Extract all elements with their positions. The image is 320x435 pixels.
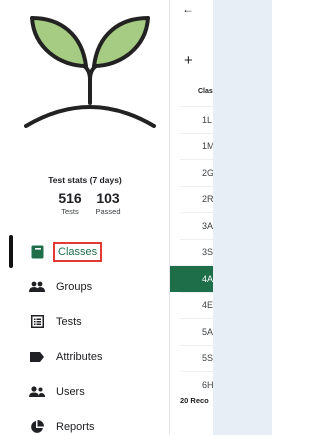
sidebar-item-reports[interactable]: Reports	[0, 409, 170, 435]
sidebar-nav: Classes Groups Tests Attributes Users Re…	[0, 234, 170, 435]
label-tag-icon	[29, 349, 45, 365]
sidebar-item-label: Groups	[56, 280, 93, 293]
passed-stat: 103 Passed	[88, 190, 128, 217]
table-row[interactable]: 1M	[180, 132, 213, 160]
table-row[interactable]: 1L	[180, 106, 213, 133]
sidebar-item-groups[interactable]: Groups	[0, 269, 170, 304]
sidebar: Test stats (7 days) 516 Tests 103 Passed…	[0, 0, 170, 435]
sprout-logo	[24, 16, 156, 128]
list-icon	[29, 314, 45, 330]
table-row[interactable]: 2G	[180, 159, 213, 186]
tests-stat: 516 Tests	[50, 190, 90, 217]
table-row[interactable]: 4A	[170, 265, 213, 292]
sidebar-item-classes[interactable]: Classes	[0, 234, 170, 269]
app-window: Test stats (7 days) 516 Tests 103 Passed…	[0, 0, 272, 435]
table-row[interactable]: 2R	[180, 185, 213, 213]
detail-panel	[213, 0, 272, 435]
table-row[interactable]: 6H	[180, 371, 213, 398]
sidebar-item-users[interactable]: Users	[0, 374, 170, 409]
sidebar-item-label: Users	[56, 385, 85, 398]
back-arrow-icon[interactable]: ←	[182, 2, 194, 16]
sidebar-item-label: Reports	[56, 420, 95, 433]
groups-icon	[29, 279, 45, 295]
sidebar-item-tests[interactable]: Tests	[0, 304, 170, 339]
users-icon	[29, 384, 45, 400]
column-header-class[interactable]: Clas	[198, 88, 213, 95]
table-row[interactable]: 5A	[180, 318, 213, 345]
classes-list-panel: ← + Clas 1L 1M 2G 2R 3A 3S 4A 4E 5A 5S 6H 20 Reco	[170, 0, 213, 435]
sidebar-item-label: Attributes	[56, 350, 103, 363]
tests-count: 516	[58, 190, 82, 206]
table-row[interactable]: 4E	[180, 291, 213, 319]
book-icon	[29, 244, 45, 260]
classes-table-body: 1L 1M 2G 2R 3A 3S 4A 4E 5A 5S 6H	[170, 106, 213, 398]
sidebar-item-label: Classes	[53, 241, 103, 262]
table-row[interactable]: 3S	[180, 238, 213, 266]
test-stats-title: Test stats (7 days)	[48, 175, 122, 185]
passed-count-label: Passed	[95, 207, 121, 216]
table-row[interactable]: 3A	[180, 212, 213, 239]
pie-chart-icon	[29, 419, 45, 435]
sidebar-item-label: Tests	[56, 315, 82, 328]
add-class-button[interactable]: +	[184, 52, 193, 69]
passed-count: 103	[96, 190, 120, 206]
tests-count-label: Tests	[61, 207, 79, 216]
records-count: 20 Reco	[180, 396, 209, 405]
table-row[interactable]: 5S	[180, 344, 213, 372]
sidebar-item-attributes[interactable]: Attributes	[0, 339, 170, 374]
